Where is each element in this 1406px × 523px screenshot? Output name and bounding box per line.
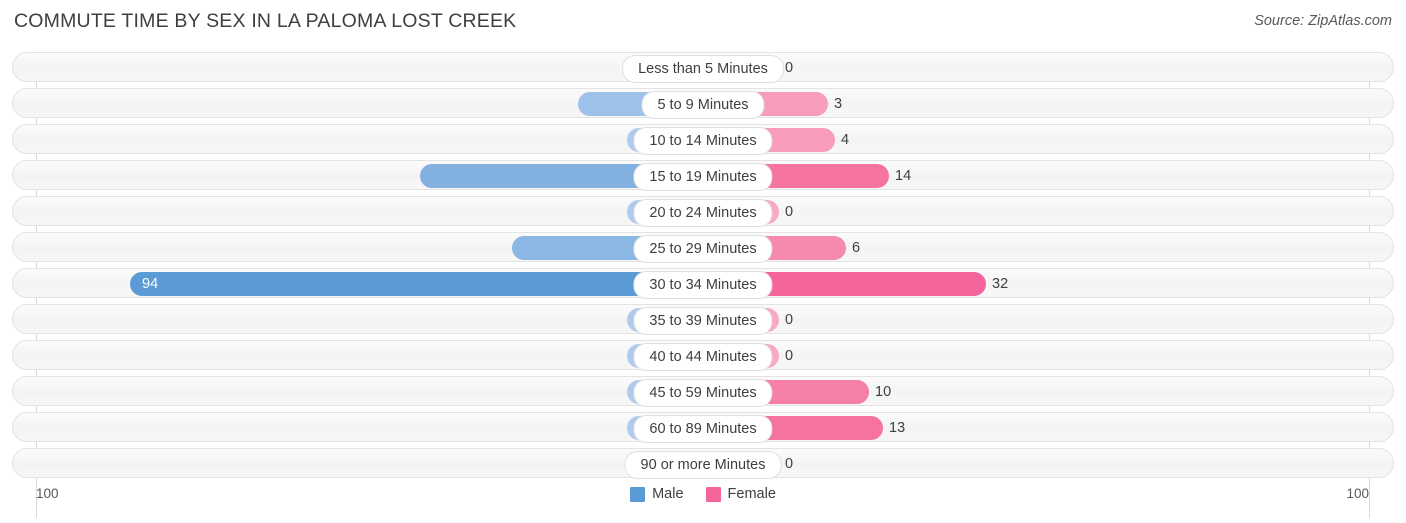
value-label-female: 4 [841,132,850,148]
plot-area: 00Less than 5 Minutes335 to 9 Minutes041… [12,52,1394,518]
category-label: 30 to 34 Minutes [633,271,773,299]
legend-item-female[interactable]: Female [705,486,776,502]
chart-header: COMMUTE TIME BY SEX IN LA PALOMA LOST CR… [0,0,1406,46]
value-label-female: 3 [834,96,843,112]
table-row: 01360 to 89 Minutes [12,412,1394,443]
category-label: 5 to 9 Minutes [641,91,765,119]
table-row: 335 to 9 Minutes [12,88,1394,119]
table-row: 00Less than 5 Minutes [12,52,1394,83]
value-label-female: 32 [992,276,1009,292]
category-label: 35 to 39 Minutes [633,307,773,335]
table-row: 0040 to 44 Minutes [12,340,1394,371]
bar-male[interactable] [130,272,703,296]
category-label: 15 to 19 Minutes [633,163,773,191]
value-label-female: 6 [852,240,861,256]
table-row: 0090 or more Minutes [12,448,1394,479]
value-label-female: 0 [785,204,794,220]
legend-label-female: Female [727,486,776,502]
table-row: 321415 to 19 Minutes [12,160,1394,191]
value-label-female: 10 [875,384,892,400]
source-attribution: Source: ZipAtlas.com [1254,13,1392,29]
category-label: 45 to 59 Minutes [633,379,773,407]
value-label-male: 94 [142,276,159,292]
legend-swatch-female-icon [705,486,721,502]
value-label-female: 0 [785,348,794,364]
legend-item-male[interactable]: Male [630,486,684,502]
value-label-female: 0 [785,312,794,328]
chart-container: COMMUTE TIME BY SEX IN LA PALOMA LOST CR… [0,0,1406,523]
table-row: 0020 to 24 Minutes [12,196,1394,227]
table-row: 16625 to 29 Minutes [12,232,1394,263]
category-label: 25 to 29 Minutes [633,235,773,263]
table-row: 01045 to 59 Minutes [12,376,1394,407]
table-row: 0035 to 39 Minutes [12,304,1394,335]
value-label-female: 13 [889,420,906,436]
bar-rows: 00Less than 5 Minutes335 to 9 Minutes041… [12,52,1394,479]
legend-swatch-male-icon [630,486,646,502]
category-label: 40 to 44 Minutes [633,343,773,371]
legend: Male Female [12,486,1394,502]
value-label-female: 14 [895,168,912,184]
chart-footer: 100 100 Male Female [12,486,1394,512]
table-row: 94 32 30 to 34 Minutes [12,268,1394,299]
category-label: 90 or more Minutes [624,451,782,479]
table-row: 0410 to 14 Minutes [12,124,1394,155]
category-label: 10 to 14 Minutes [633,127,773,155]
category-label: 60 to 89 Minutes [633,415,773,443]
legend-label-male: Male [652,486,684,502]
category-label: 20 to 24 Minutes [633,199,773,227]
category-label: Less than 5 Minutes [622,55,784,83]
page-title: COMMUTE TIME BY SEX IN LA PALOMA LOST CR… [14,10,517,32]
